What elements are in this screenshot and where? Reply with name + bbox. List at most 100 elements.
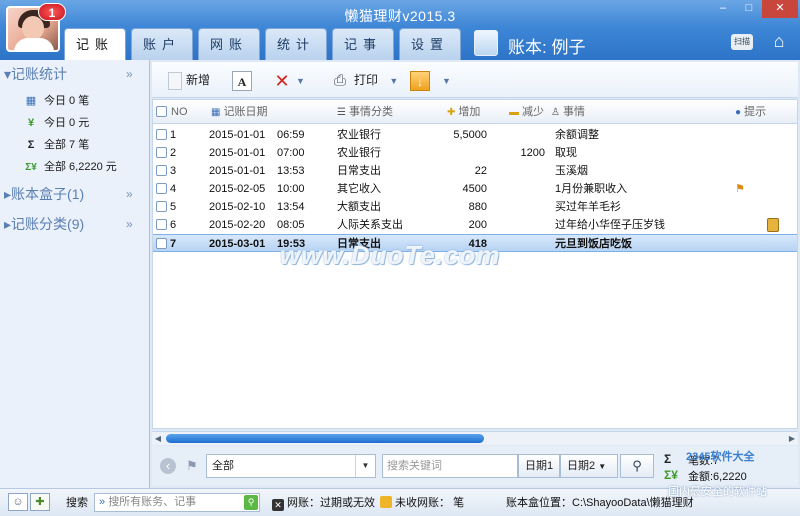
flag-icon[interactable]: ⚑ (735, 180, 745, 198)
sidebar-category-title: 记账分类(9) (11, 216, 85, 232)
sidebar-item-label: 今日 0 元 (44, 117, 90, 129)
unreceived-unit: 笔 (453, 497, 465, 509)
envelope-icon (380, 496, 392, 508)
print-button[interactable]: ⎙ 打印 ▼ (330, 68, 398, 92)
chevron-down-icon[interactable]: ▼ (355, 455, 375, 477)
col-reminder[interactable]: ● 提示 (735, 100, 766, 124)
chevron-down-icon[interactable]: ▼ (389, 76, 398, 86)
cell-increase: 5,5000 (453, 129, 487, 141)
scrollbar-thumb[interactable] (166, 434, 484, 443)
delete-button[interactable]: ✕ ▼ (272, 68, 305, 92)
scan-icon[interactable]: 扫描 (731, 34, 753, 50)
tab-accounts[interactable]: 账户 (131, 28, 193, 60)
scroll-left-icon[interactable]: ◀ (152, 432, 164, 446)
font-button[interactable]: A (232, 68, 256, 92)
tab-bookkeeping[interactable]: 记账 (64, 28, 126, 61)
row-checkbox[interactable] (156, 183, 167, 194)
cell-decrease: 1200 (520, 147, 545, 159)
status-bar: ☺ ✚ 搜索 » 搜所有账务、记事 ⚲ ✕ 网账：过期或无效 未收网账： 笔 账本… (0, 451, 800, 516)
sidebar-section-stats[interactable]: ▾记账统计 (4, 64, 67, 84)
cell-date: 2015-02-05 (209, 183, 266, 195)
table-row[interactable]: 3 2015-01-01 13:53 日常支出 22 玉溪烟 (153, 162, 797, 180)
sidebar-item-total-amount[interactable]: Σ¥ 全部 6,2220 元 (24, 158, 117, 176)
new-button[interactable]: 新增 (168, 68, 210, 92)
table-row[interactable]: 4 2015-02-05 10:00 其它收入 4500 1月份兼职收入 ⚑ (153, 180, 797, 198)
back-icon[interactable]: ‹ (160, 458, 176, 474)
sidebar-section-categories[interactable]: ▸记账分类(9) (4, 214, 84, 234)
search-button[interactable]: ⚲ (620, 454, 654, 478)
horizontal-scrollbar[interactable]: ◀ ▶ (152, 431, 798, 445)
col-matter[interactable]: ♙ 事情 (551, 100, 585, 124)
sidebar-item-total-count[interactable]: Σ 全部 7 笔 (24, 136, 90, 154)
add-icon[interactable]: ✚ (30, 493, 50, 511)
cell-no: 4 (170, 183, 177, 195)
unreceived-bills[interactable]: 未收网账： 笔 (380, 495, 464, 511)
tab-statistics[interactable]: 统计 (265, 28, 327, 60)
scope-select[interactable]: 全部 ▼ (206, 454, 376, 478)
row-checkbox[interactable] (156, 129, 167, 140)
cell-no: 3 (170, 165, 177, 177)
table-row[interactable]: 1 2015-01-01 06:59 农业银行 5,5000 余额调整 (153, 126, 797, 144)
row-checkbox[interactable] (156, 219, 167, 230)
select-all-checkbox[interactable] (156, 106, 167, 117)
expand-icon[interactable]: » (126, 184, 133, 204)
main-tabs: 记账 账户 网账 统计 记事 设置 (64, 28, 466, 61)
sidebar-item-today-amount[interactable]: ¥ 今日 0 元 (24, 114, 89, 132)
sidebar-section-book-box[interactable]: ▸账本盒子(1) (4, 184, 84, 204)
chevron-down-icon[interactable]: ▼ (296, 76, 305, 86)
account-book-icon[interactable] (474, 30, 498, 56)
cell-no: 5 (170, 201, 177, 213)
calendar-icon: ▦ (25, 95, 37, 107)
tab-notes[interactable]: 记事 (332, 28, 394, 60)
cell-time: 13:54 (277, 201, 305, 213)
table-row[interactable]: 6 2015-02-20 08:05 人际关系支出 200 过年给小华侄子压岁钱 (153, 216, 797, 234)
col-date[interactable]: ▦ 记账日期 (211, 100, 267, 124)
sidebar-item-label: 全部 7 笔 (44, 139, 90, 151)
expand-icon[interactable]: » (126, 214, 133, 234)
title-bar: 1 懒猫理财v2015.3 – □ ✕ 记账 账户 网账 统计 记事 设置 账本… (0, 0, 800, 61)
cell-increase: 22 (474, 165, 487, 177)
printer-icon: ⎙ (333, 71, 346, 89)
sidebar-item-today-count[interactable]: ▦ 今日 0 笔 (24, 92, 89, 110)
scroll-right-icon[interactable]: ▶ (786, 432, 798, 446)
maximize-button[interactable]: □ (736, 0, 762, 18)
col-decrease[interactable]: ▬ 减少 (509, 100, 544, 124)
date2-button[interactable]: 日期2 ▼ (560, 454, 618, 478)
row-checkbox[interactable] (156, 165, 167, 176)
table-row[interactable]: 2 2015-01-01 07:00 农业银行 1200 取现 (153, 144, 797, 162)
sidebar-stats-title: 记账统计 (11, 66, 68, 82)
avatar-body (14, 38, 54, 50)
col-increase[interactable]: ✚ 增加 (447, 100, 480, 124)
flag-icon[interactable]: ⚑ (184, 458, 200, 474)
table-row[interactable]: 5 2015-02-10 13:54 大额支出 880 买过年羊毛衫 (153, 198, 797, 216)
net-bill-status[interactable]: ✕ 网账：过期或无效 (272, 495, 375, 511)
tab-settings[interactable]: 设置 (399, 28, 461, 60)
new-button-label: 新增 (186, 73, 211, 87)
col-category[interactable]: ☰ 事情分类 (337, 100, 393, 124)
col-category-label: 事情分类 (348, 106, 393, 118)
minimize-button[interactable]: – (710, 0, 736, 18)
keyword-search-input[interactable]: 搜索关键词 (382, 454, 518, 478)
date1-button[interactable]: 日期1 (518, 454, 560, 478)
row-checkbox[interactable] (156, 238, 167, 249)
cell-no: 1 (170, 129, 177, 141)
cell-matter: 取现 (555, 147, 577, 159)
global-search-input[interactable]: » 搜所有账务、记事 ⚲ (94, 493, 260, 512)
user-icon[interactable]: ☺ (8, 493, 28, 511)
col-no[interactable]: NO (171, 100, 188, 124)
minus-icon: ▬ (509, 107, 519, 118)
search-go-icon[interactable]: ⚲ (244, 495, 258, 510)
cell-matter: 过年给小华侄子压岁钱 (555, 219, 665, 231)
chevron-down-icon[interactable]: ▼ (442, 76, 451, 86)
row-checkbox[interactable] (156, 147, 167, 158)
cell-matter: 玉溪烟 (555, 165, 588, 177)
row-checkbox[interactable] (156, 201, 167, 212)
export-button[interactable]: ↓ ▼ (410, 68, 451, 92)
total-amount: 金额:6,2220 (688, 471, 747, 483)
notification-badge[interactable]: 1 (38, 3, 66, 21)
home-icon[interactable]: ⌂ (768, 30, 790, 52)
close-button[interactable]: ✕ (762, 0, 798, 18)
current-book-label: 账本: 例子 (508, 38, 586, 57)
collapse-icon[interactable]: » (126, 64, 133, 84)
tab-net-bills[interactable]: 网账 (198, 28, 260, 60)
